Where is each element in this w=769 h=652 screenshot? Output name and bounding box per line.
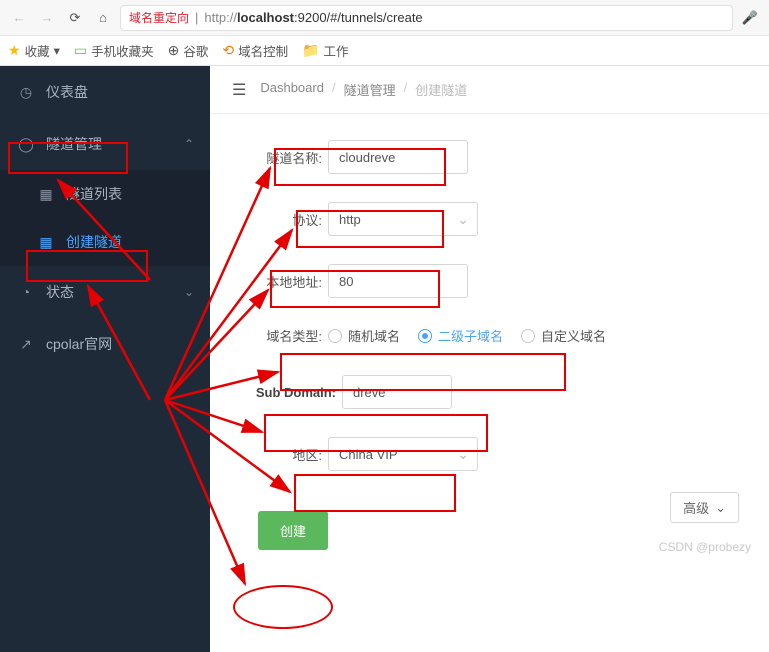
bookmark-google[interactable]: ⊕谷歌 [168, 41, 209, 60]
reload-icon[interactable]: ⟳ [64, 7, 86, 29]
browser-toolbar: ← → ⟳ ⌂ 域名重定向 | http://localhost:9200/#/… [0, 0, 769, 36]
redirect-label: 域名重定向 [129, 9, 189, 26]
sidebar-item-status[interactable]: ◔ 状态 ⌄ [0, 266, 210, 318]
main-content: ☰ Dashboard/ 隧道管理/ 创建隧道 隧道名称: cloudreve … [210, 66, 769, 652]
local-addr-input[interactable]: 80 [328, 264, 468, 298]
subdomain-label: Sub Domain: [232, 385, 342, 400]
home-icon[interactable]: ⌂ [92, 7, 114, 29]
bookmarks-bar: ★收藏 ▾ ▭手机收藏夹 ⊕谷歌 ⟲域名控制 📁工作 [0, 36, 769, 66]
sidebar-item-tunnel-list[interactable]: ▦ 隧道列表 [0, 170, 210, 218]
chevron-down-icon: ⌄ [184, 285, 194, 299]
region-label: 地区: [232, 445, 328, 464]
bookmark-fav[interactable]: ★收藏 ▾ [8, 41, 60, 60]
radio-custom-domain[interactable]: 自定义域名 [521, 326, 606, 345]
bookmark-domain[interactable]: ⟲域名控制 [222, 41, 288, 60]
chevron-down-icon: ⌄ [715, 500, 726, 516]
protocol-label: 协议: [232, 210, 328, 229]
external-link-icon: ↗ [18, 336, 34, 353]
address-bar[interactable]: 域名重定向 | http://localhost:9200/#/tunnels/… [120, 5, 733, 31]
region-select[interactable]: China VIP [328, 437, 478, 471]
forward-icon[interactable]: → [36, 7, 58, 29]
create-icon: ▦ [38, 234, 54, 251]
back-icon[interactable]: ← [8, 7, 30, 29]
chevron-up-icon: ⌃ [184, 137, 194, 151]
status-icon: ◔ [18, 284, 34, 300]
mic-icon[interactable]: 🎤 [739, 7, 761, 29]
bookmark-work[interactable]: 📁工作 [302, 41, 348, 60]
radio-sub-domain[interactable]: 二级子域名 [418, 326, 503, 345]
watermark: CSDN @probezy [659, 540, 751, 554]
sidebar-item-official[interactable]: ↗ cpolar官网 [0, 318, 210, 370]
list-icon: ▦ [38, 186, 54, 203]
sidebar-item-dashboard[interactable]: ◷ 仪表盘 [0, 66, 210, 118]
sidebar: ◷ 仪表盘 ◯ 隧道管理 ⌃ ▦ 隧道列表 ▦ 创建隧道 ◔ 状态 ⌄ ↗ cp… [0, 66, 210, 652]
create-button[interactable]: 创建 [258, 511, 328, 550]
menu-toggle-icon[interactable]: ☰ [232, 80, 246, 100]
tunnel-name-label: 隧道名称: [232, 148, 328, 167]
sidebar-item-tunnel-create[interactable]: ▦ 创建隧道 [0, 218, 210, 266]
gear-icon: ◯ [18, 136, 34, 153]
protocol-select[interactable]: http [328, 202, 478, 236]
radio-random-domain[interactable]: 随机域名 [328, 326, 400, 345]
subdomain-input[interactable]: dreve [342, 375, 452, 409]
local-addr-label: 本地地址: [232, 272, 328, 291]
dashboard-icon: ◷ [18, 84, 34, 101]
sidebar-item-tunnel-mgmt[interactable]: ◯ 隧道管理 ⌃ [0, 118, 210, 170]
domain-type-label: 域名类型: [232, 326, 328, 345]
tunnel-name-input[interactable]: cloudreve [328, 140, 468, 174]
breadcrumb: Dashboard/ 隧道管理/ 创建隧道 [260, 80, 467, 99]
advanced-button[interactable]: 高级⌄ [670, 492, 739, 523]
content-header: ☰ Dashboard/ 隧道管理/ 创建隧道 [210, 66, 769, 114]
bookmark-mobile[interactable]: ▭手机收藏夹 [74, 41, 154, 60]
